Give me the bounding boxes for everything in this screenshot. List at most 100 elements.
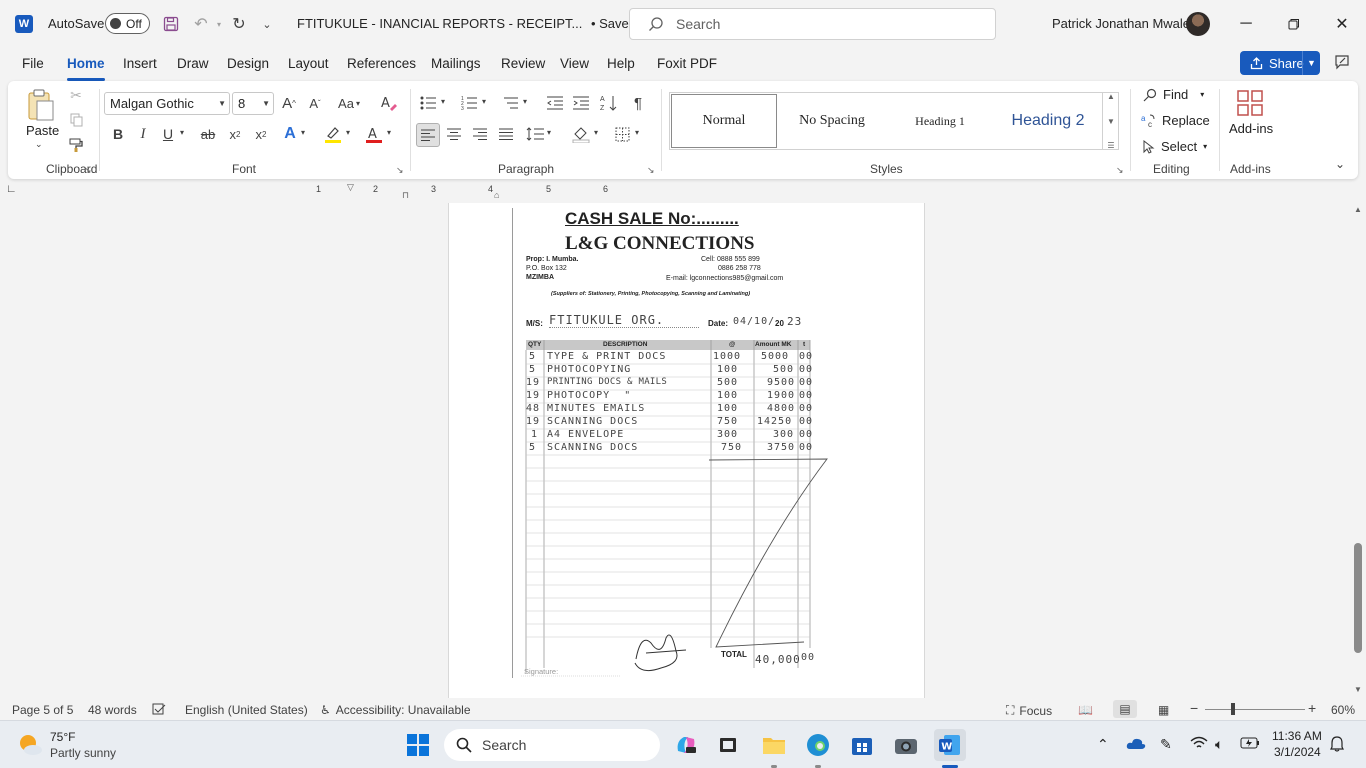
paste-label[interactable]: Paste: [26, 123, 59, 138]
focus-button[interactable]: ⛶ Focus: [1006, 703, 1052, 718]
tab-layout[interactable]: Layout: [288, 56, 329, 71]
justify-icon[interactable]: [496, 123, 516, 145]
sort-icon[interactable]: AZ: [598, 92, 620, 114]
tab-selector-icon[interactable]: ∟: [6, 183, 17, 195]
tab-file[interactable]: File: [22, 56, 44, 71]
language[interactable]: English (United States): [185, 703, 308, 717]
zoom-in-button[interactable]: +: [1308, 700, 1316, 716]
scroll-thumb[interactable]: [1354, 543, 1362, 653]
text-effects-icon[interactable]: A: [280, 123, 300, 145]
pen-icon[interactable]: ✎: [1160, 736, 1172, 753]
show-formatting-icon[interactable]: ¶: [628, 92, 648, 114]
user-name[interactable]: Patrick Jonathan Mwale: [1052, 16, 1190, 31]
numbering-icon[interactable]: 123: [459, 92, 479, 114]
redo-icon[interactable]: ↻: [228, 13, 250, 35]
find-button[interactable]: Find ▾: [1143, 87, 1204, 102]
vertical-scrollbar[interactable]: ▲ ▼: [1352, 203, 1364, 698]
scroll-down-icon[interactable]: ▼: [1354, 685, 1362, 694]
chevron-down-icon[interactable]: ▾: [482, 97, 486, 106]
taskbar-search[interactable]: Search: [444, 729, 660, 761]
document-title[interactable]: FTITUKULE - INANCIAL REPORTS - RECEIPT..…: [297, 16, 651, 31]
first-line-indent-marker[interactable]: ▽: [347, 182, 354, 193]
zoom-slider-thumb[interactable]: [1231, 703, 1235, 715]
subscript-icon[interactable]: x2: [225, 123, 245, 145]
chevron-down-icon[interactable]: ▾: [523, 97, 527, 106]
format-painter-icon[interactable]: [68, 137, 84, 153]
show-hidden-icons-icon[interactable]: ⌃: [1097, 736, 1109, 753]
scroll-up-icon[interactable]: ▲: [1354, 205, 1362, 214]
print-layout-icon[interactable]: ▤: [1113, 700, 1137, 718]
onedrive-icon[interactable]: [1126, 736, 1146, 753]
battery-icon[interactable]: [1240, 736, 1260, 752]
autosave-toggle[interactable]: Off: [105, 13, 150, 34]
right-indent-marker[interactable]: ⌂: [494, 190, 499, 200]
style-no-spacing[interactable]: No Spacing: [778, 93, 886, 149]
copilot-icon[interactable]: [670, 729, 702, 761]
comments-icon[interactable]: [1334, 54, 1350, 75]
document-canvas[interactable]: CASH SALE No:......... L&G CONNECTIONS P…: [0, 203, 1366, 698]
chevron-down-icon[interactable]: ▼: [1107, 117, 1115, 126]
undo-dropdown-icon[interactable]: ▾: [208, 13, 230, 35]
page-count[interactable]: Page 5 of 5: [12, 703, 73, 717]
addins-icon[interactable]: [1234, 87, 1266, 119]
tab-home[interactable]: Home: [67, 56, 105, 71]
horizontal-ruler[interactable]: 1 2 3 4 5 6 ▽ ⊓ ⌂: [200, 182, 682, 200]
multilevel-list-icon[interactable]: [500, 92, 520, 114]
tab-help[interactable]: Help: [607, 56, 635, 71]
underline-icon[interactable]: U: [158, 123, 178, 145]
line-spacing-icon[interactable]: [524, 123, 546, 145]
search-box[interactable]: Search: [629, 8, 996, 40]
customize-qat-icon[interactable]: ⌄: [256, 13, 278, 35]
collapse-ribbon-icon[interactable]: ⌄: [1335, 157, 1345, 171]
tab-mailings[interactable]: Mailings: [431, 56, 481, 71]
save-icon[interactable]: [160, 13, 182, 35]
accessibility-status[interactable]: ♿ Accessibility: Unavailable: [320, 703, 471, 717]
chevron-down-icon[interactable]: ▾: [441, 97, 445, 106]
chevron-down-icon[interactable]: ▾: [547, 128, 551, 137]
italic-icon[interactable]: I: [133, 123, 153, 145]
chevron-down-icon[interactable]: ▼: [1302, 51, 1320, 75]
style-heading-1[interactable]: Heading 1: [886, 93, 994, 149]
style-heading-2[interactable]: Heading 2: [994, 93, 1102, 149]
chevron-down-icon[interactable]: ⌄: [35, 139, 43, 150]
wifi-icon[interactable]: [1190, 736, 1208, 753]
minimize-button[interactable]: ─: [1231, 10, 1261, 38]
chevron-down-icon[interactable]: ▾: [301, 128, 305, 137]
decrease-indent-icon[interactable]: [545, 92, 565, 114]
cut-icon[interactable]: ✂: [68, 87, 84, 103]
read-mode-icon[interactable]: 📖: [1078, 703, 1093, 717]
proofing-icon[interactable]: [152, 703, 166, 715]
change-case-icon[interactable]: Aa ▾: [333, 92, 365, 114]
tab-references[interactable]: References: [347, 56, 416, 71]
tab-view[interactable]: View: [560, 56, 589, 71]
bold-icon[interactable]: B: [108, 123, 128, 145]
borders-icon[interactable]: [611, 123, 633, 145]
align-left-icon[interactable]: [416, 123, 440, 147]
chevron-up-icon[interactable]: ▲: [1107, 92, 1115, 101]
chevron-down-icon[interactable]: ▾: [635, 128, 639, 137]
more-styles-icon[interactable]: ☰: [1107, 141, 1114, 150]
restore-button[interactable]: [1279, 10, 1309, 38]
chevron-down-icon[interactable]: ▾: [346, 128, 350, 137]
align-center-icon[interactable]: [444, 123, 464, 145]
microsoft-store-icon[interactable]: [846, 729, 878, 761]
increase-indent-icon[interactable]: [571, 92, 591, 114]
task-view-icon[interactable]: [712, 729, 744, 761]
zoom-out-button[interactable]: −: [1190, 700, 1198, 716]
tab-design[interactable]: Design: [227, 56, 269, 71]
shrink-font-icon[interactable]: Aˇ: [304, 92, 326, 114]
paste-icon[interactable]: [24, 87, 58, 123]
avatar[interactable]: [1186, 12, 1210, 36]
clock-time[interactable]: 11:36 AM: [1272, 729, 1322, 743]
tab-foxit-pdf[interactable]: Foxit PDF: [657, 56, 717, 71]
weather-desc[interactable]: Partly sunny: [50, 746, 116, 760]
font-family-select[interactable]: Malgan Gothic ▼: [104, 92, 230, 115]
share-button[interactable]: Share ▼: [1240, 51, 1320, 75]
volume-icon[interactable]: 🔈︎: [1215, 736, 1223, 753]
clear-formatting-icon[interactable]: A: [378, 92, 400, 114]
web-layout-icon[interactable]: ▦: [1158, 703, 1169, 717]
word-taskbar-icon[interactable]: W: [934, 729, 966, 761]
document-page[interactable]: CASH SALE No:......... L&G CONNECTIONS P…: [448, 203, 925, 698]
file-explorer-icon[interactable]: [758, 729, 790, 761]
weather-icon[interactable]: [14, 729, 46, 761]
